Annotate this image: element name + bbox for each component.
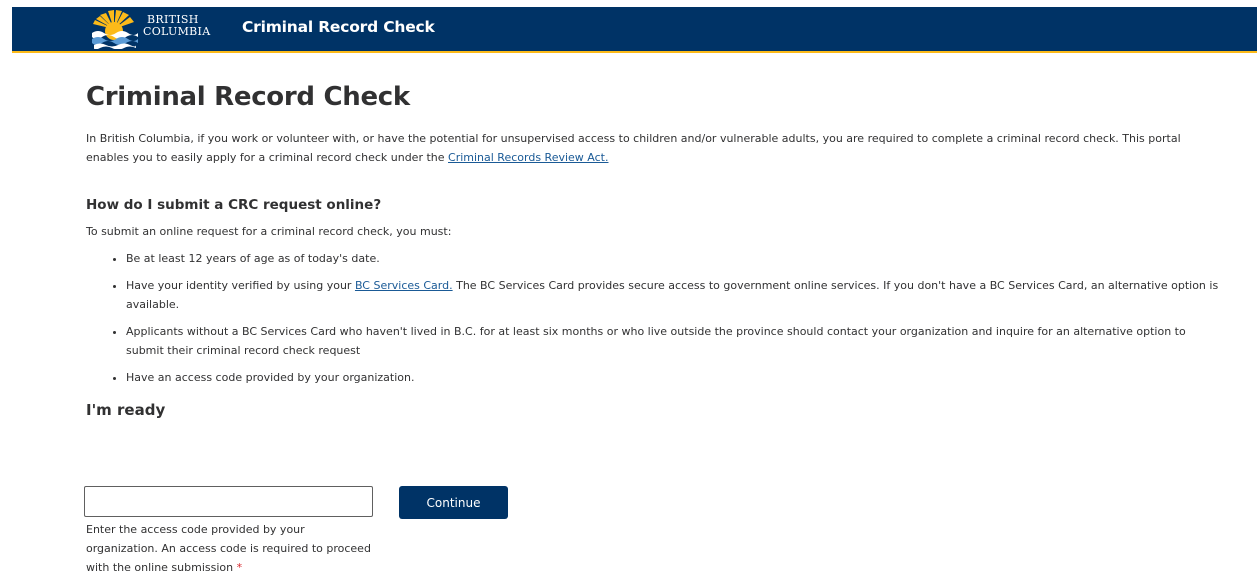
section-title: How do I submit a CRC request online? <box>86 197 382 213</box>
intro-paragraph: In British Columbia, if you work or volu… <box>86 129 1226 167</box>
ready-title: I'm ready <box>86 401 166 419</box>
main-content: Criminal Record Check In British Columbi… <box>86 82 1226 419</box>
top-strip <box>0 0 1257 7</box>
list-item-text: Have your identity verified by using you… <box>126 279 355 292</box>
continue-button[interactable]: Continue <box>399 486 508 519</box>
list-item: Be at least 12 years of age as of today'… <box>126 249 1226 268</box>
bc-wordmark: BRITISH COLUMBIA <box>143 14 210 38</box>
bc-logo-icon[interactable] <box>90 9 138 49</box>
intro-text: In British Columbia, if you work or volu… <box>86 132 1181 164</box>
list-item: Have your identity verified by using you… <box>126 276 1226 314</box>
bc-services-card-link[interactable]: BC Services Card. <box>355 279 453 292</box>
access-code-input[interactable] <box>84 486 373 517</box>
criminal-records-review-act-link[interactable]: Criminal Records Review Act. <box>448 151 608 164</box>
required-marker: * <box>236 561 243 574</box>
wordmark-line2: COLUMBIA <box>143 25 211 38</box>
access-code-help-text: Enter the access code provided by your o… <box>86 520 376 577</box>
header-title: Criminal Record Check <box>242 18 435 36</box>
list-item-text: Be at least 12 years of age as of today'… <box>126 252 380 265</box>
access-code-form: Continue <box>84 486 508 519</box>
page-title: Criminal Record Check <box>86 82 410 112</box>
list-item-text: Have an access code provided by your org… <box>126 371 415 384</box>
section-intro: To submit an online request for a crimin… <box>86 225 452 238</box>
site-header: BRITISH COLUMBIA Criminal Record Check <box>12 7 1257 53</box>
requirements-list: Be at least 12 years of age as of today'… <box>86 249 1226 387</box>
help-text: Enter the access code provided by your o… <box>86 523 371 574</box>
list-item-text: Applicants without a BC Services Card wh… <box>126 325 1186 357</box>
list-item: Have an access code provided by your org… <box>126 368 1226 387</box>
list-item: Applicants without a BC Services Card wh… <box>126 322 1226 360</box>
